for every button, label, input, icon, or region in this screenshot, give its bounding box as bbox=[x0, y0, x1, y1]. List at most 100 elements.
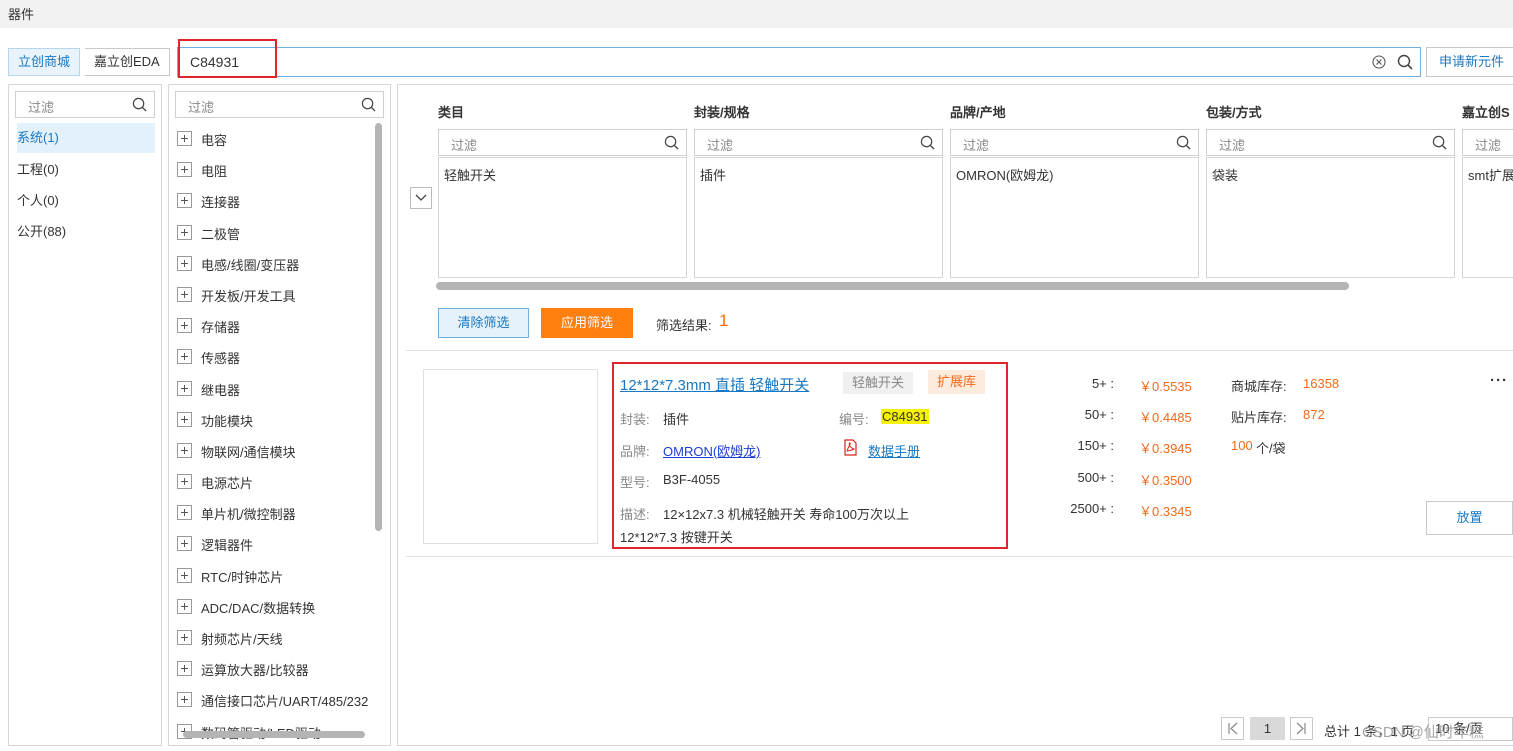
package-value: 插件 bbox=[663, 412, 690, 427]
tab-lcsc-mall[interactable]: 立创商城 bbox=[8, 48, 81, 76]
clear-icon[interactable] bbox=[1372, 55, 1386, 69]
package-column-filter[interactable]: 过滤 bbox=[694, 129, 943, 156]
more-options-icon[interactable]: ··· bbox=[1490, 372, 1508, 389]
expand-plus-icon[interactable] bbox=[177, 411, 192, 427]
category-tag[interactable]: 轻触开关 bbox=[843, 372, 914, 394]
filter-placeholder: 过滤 bbox=[1475, 138, 1502, 153]
filter-value[interactable]: smt扩展 bbox=[1468, 165, 1513, 184]
library-item-system[interactable]: 系统(1) bbox=[17, 123, 155, 153]
category-label: 电容 bbox=[201, 133, 228, 148]
category-label: 单片机/微控制器 bbox=[201, 507, 296, 523]
library-item-project[interactable]: 工程(0) bbox=[17, 155, 155, 185]
expand-filters-button[interactable] bbox=[410, 187, 432, 209]
description-line: 12×12x7.3 机械轻触开关 寿命100万次以上 bbox=[663, 507, 909, 522]
first-page-icon bbox=[1228, 722, 1238, 735]
window-titlebar: 器件 bbox=[0, 0, 1513, 28]
filter-value-list: smt扩展 bbox=[1462, 157, 1513, 278]
expand-plus-icon[interactable] bbox=[177, 224, 192, 240]
category-column-filter[interactable]: 过滤 bbox=[438, 129, 687, 156]
filter-column-header: 类目 bbox=[438, 105, 465, 120]
price-tier-qty: 50+ : bbox=[1084, 407, 1114, 422]
tab-jlc-eda[interactable]: 嘉立创EDA bbox=[85, 48, 170, 76]
category-label: 连接器 bbox=[201, 195, 241, 211]
expand-plus-icon[interactable] bbox=[177, 349, 192, 365]
smt-stock-label: 贴片库存: bbox=[1231, 410, 1287, 425]
filter-horizontal-scrollbar[interactable] bbox=[436, 282, 1349, 290]
search-input[interactable] bbox=[178, 48, 1358, 76]
library-item-public[interactable]: 公开(88) bbox=[17, 217, 155, 247]
category-label: 开发板/开发工具 bbox=[201, 288, 296, 304]
expand-plus-icon[interactable] bbox=[177, 567, 192, 583]
filter-column-header: 包装/方式 bbox=[1206, 105, 1262, 120]
expand-plus-icon[interactable] bbox=[177, 255, 192, 271]
expand-plus-icon[interactable] bbox=[177, 661, 192, 677]
category-label: 二极管 bbox=[201, 226, 241, 242]
last-page-button[interactable] bbox=[1290, 717, 1313, 740]
brand-link[interactable]: OMRON(欧姆龙) bbox=[663, 441, 761, 460]
pack-count: 100 bbox=[1231, 438, 1253, 453]
category-horizontal-scrollbar[interactable] bbox=[183, 731, 365, 738]
place-button[interactable]: 放置 bbox=[1426, 501, 1513, 535]
expand-plus-icon[interactable] bbox=[177, 536, 192, 552]
category-vertical-scrollbar[interactable] bbox=[375, 123, 382, 531]
product-title-link[interactable]: 12*12*7.3mm 直插 轻触开关 bbox=[620, 374, 809, 395]
code-value: C84931 bbox=[881, 409, 929, 424]
category-label: 传感器 bbox=[201, 351, 241, 367]
price-tier-qty: 500+ : bbox=[1077, 470, 1114, 485]
price-tier-price: ￥0.3945 bbox=[1139, 441, 1192, 456]
model-value: B3F-4055 bbox=[663, 472, 721, 487]
search-icon bbox=[1432, 135, 1447, 150]
filter-placeholder: 过滤 bbox=[28, 100, 55, 115]
brand-column-filter[interactable]: 过滤 bbox=[950, 129, 1199, 156]
apply-filter-button[interactable]: 应用筛选 bbox=[541, 308, 633, 338]
category-filter[interactable]: 过滤 bbox=[175, 91, 384, 118]
search-icon bbox=[920, 135, 935, 150]
expand-plus-icon[interactable] bbox=[177, 193, 192, 209]
filter-placeholder: 过滤 bbox=[1219, 138, 1246, 153]
expand-plus-icon[interactable] bbox=[177, 442, 192, 458]
filter-value[interactable]: 插件 bbox=[700, 165, 726, 184]
datasheet-link[interactable]: 数据手册 bbox=[868, 441, 920, 460]
category-label: 通信接口芯片/UART/485/232 bbox=[201, 694, 369, 710]
expand-plus-icon[interactable] bbox=[177, 505, 192, 521]
jlc-column-filter[interactable]: 过滤 bbox=[1462, 129, 1513, 156]
library-tag: 扩展库 bbox=[928, 370, 986, 394]
packing-column-filter[interactable]: 过滤 bbox=[1206, 129, 1455, 156]
pdf-icon bbox=[844, 439, 857, 456]
search-icon bbox=[664, 135, 679, 150]
library-filter[interactable]: 过滤 bbox=[15, 91, 155, 118]
category-label: 电阻 bbox=[201, 164, 228, 180]
watermark: CSDN @仙时年糕 bbox=[1362, 724, 1484, 741]
filter-placeholder: 过滤 bbox=[188, 100, 215, 115]
filter-value[interactable]: 袋装 bbox=[1212, 165, 1238, 184]
expand-plus-icon[interactable] bbox=[177, 474, 192, 490]
expand-plus-icon[interactable] bbox=[177, 131, 192, 146]
expand-plus-icon[interactable] bbox=[177, 380, 192, 396]
expand-plus-icon[interactable] bbox=[177, 162, 192, 178]
category-label: ADC/DAC/数据转换 bbox=[201, 600, 316, 616]
expand-plus-icon[interactable] bbox=[177, 630, 192, 645]
category-label: 电源芯片 bbox=[201, 476, 254, 492]
current-page[interactable]: 1 bbox=[1250, 717, 1285, 740]
apply-new-component-button[interactable]: 申请新元件 bbox=[1426, 47, 1513, 77]
expand-plus-icon[interactable] bbox=[177, 692, 192, 708]
first-page-button[interactable] bbox=[1221, 717, 1244, 740]
description-line: 12*12*7.3 按键开关 bbox=[620, 530, 733, 545]
category-label: 物联网/通信模块 bbox=[201, 444, 296, 460]
filter-value[interactable]: 轻触开关 bbox=[444, 165, 496, 184]
expand-plus-icon[interactable] bbox=[177, 598, 192, 614]
filter-value[interactable]: OMRON(欧姆龙) bbox=[956, 165, 1054, 184]
expand-plus-icon[interactable] bbox=[177, 318, 192, 334]
filter-column-header: 封装/规格 bbox=[694, 105, 750, 120]
library-item-personal[interactable]: 个人(0) bbox=[17, 186, 155, 216]
category-label: 逻辑器件 bbox=[201, 538, 254, 554]
category-label: 继电器 bbox=[201, 382, 241, 398]
price-tier-qty: 150+ : bbox=[1077, 438, 1114, 453]
filter-column-header: 品牌/产地 bbox=[950, 105, 1006, 120]
search-icon[interactable] bbox=[1397, 54, 1413, 70]
expand-plus-icon[interactable] bbox=[177, 286, 192, 302]
price-tier-price: ￥0.3500 bbox=[1139, 473, 1192, 488]
product-thumbnail[interactable] bbox=[423, 369, 598, 544]
filter-placeholder: 过滤 bbox=[707, 138, 734, 153]
clear-filter-button[interactable]: 清除筛选 bbox=[438, 308, 529, 338]
